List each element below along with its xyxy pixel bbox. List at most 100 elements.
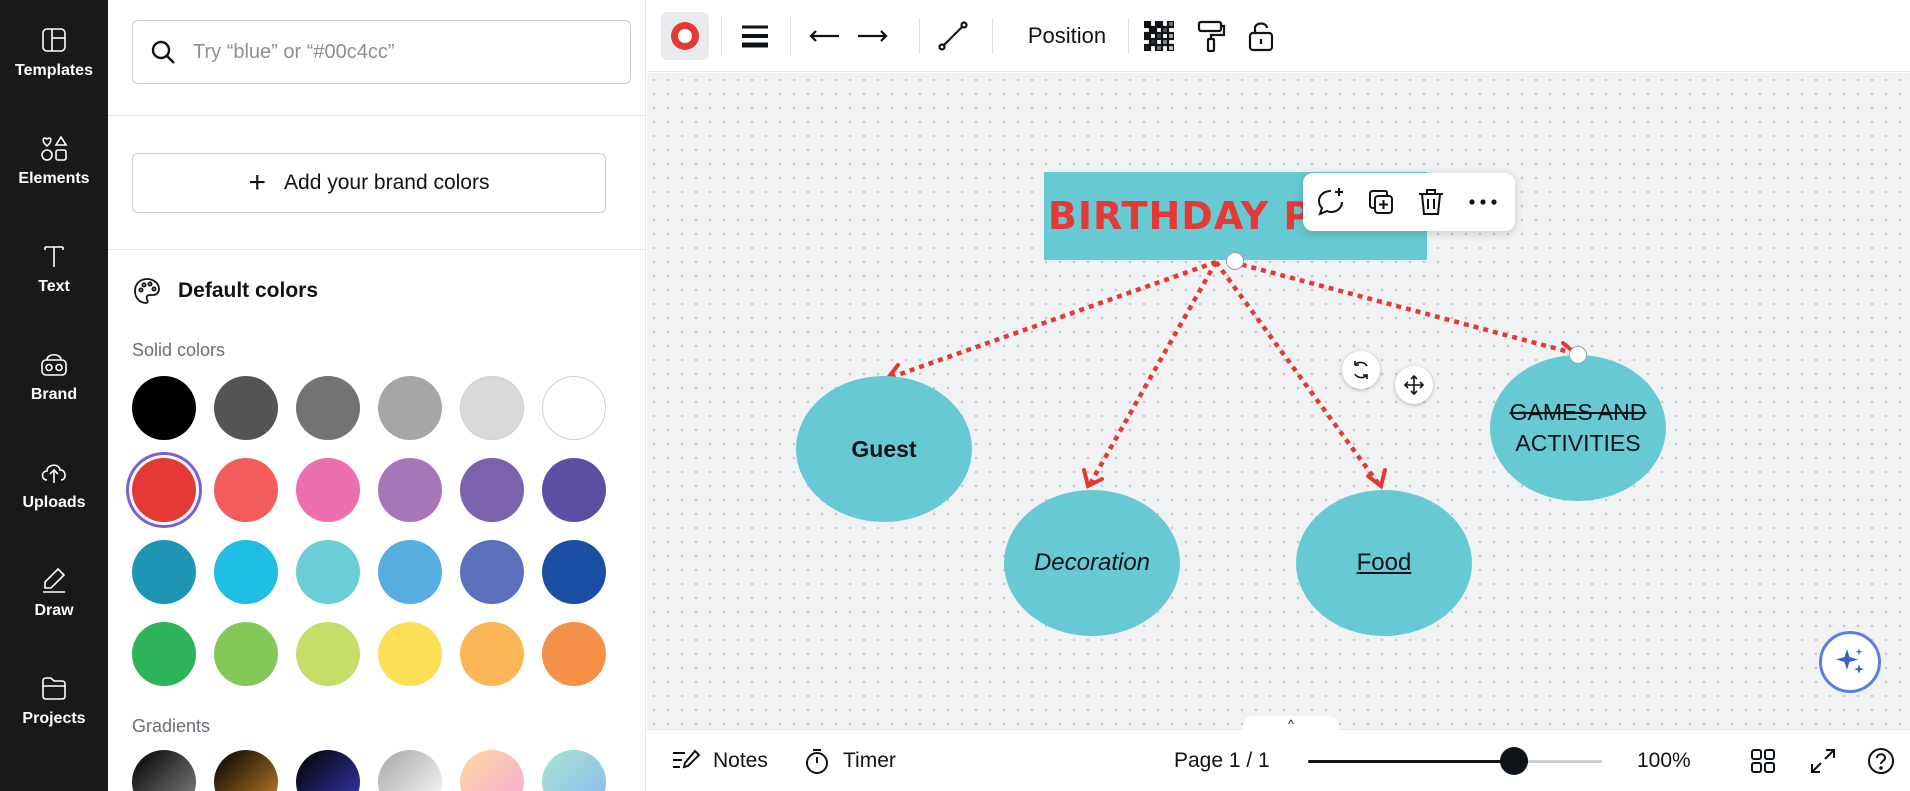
node-guest[interactable]: Guest: [796, 376, 972, 522]
divider: [108, 249, 645, 250]
node-decoration[interactable]: Decoration: [1004, 490, 1180, 636]
line-style-button[interactable]: [733, 12, 777, 60]
copy-style-button[interactable]: [1191, 12, 1231, 60]
color-search-input[interactable]: [193, 40, 593, 64]
color-swatch[interactable]: [132, 540, 196, 604]
gradient-swatch[interactable]: [132, 750, 196, 791]
delete-button[interactable]: [1413, 184, 1449, 220]
color-swatch[interactable]: [132, 458, 196, 522]
color-swatch[interactable]: [542, 540, 606, 604]
page-label: Page 1 / 1: [1174, 749, 1270, 772]
color-swatch[interactable]: [542, 376, 606, 440]
add-brand-colors-button[interactable]: + Add your brand colors: [132, 153, 606, 213]
move-icon: [1403, 374, 1425, 396]
search-icon: [151, 40, 175, 64]
color-swatch[interactable]: [542, 622, 606, 686]
color-swatch[interactable]: [296, 540, 360, 604]
rail-item-draw[interactable]: Draw: [0, 540, 108, 640]
color-swatch[interactable]: [542, 458, 606, 522]
position-label: Position: [1027, 23, 1107, 48]
color-swatch[interactable]: [296, 458, 360, 522]
text-icon: [44, 246, 64, 267]
rail-label: Draw: [34, 602, 74, 619]
color-swatch[interactable]: [132, 622, 196, 686]
connector-end-handle[interactable]: [1569, 346, 1587, 364]
lock-button[interactable]: [1241, 12, 1281, 60]
rail-item-elements[interactable]: Elements: [0, 108, 108, 208]
grid-view-button[interactable]: [1749, 730, 1789, 791]
more-options-button[interactable]: [1465, 184, 1501, 220]
color-swatch[interactable]: [214, 376, 278, 440]
connector-to-decoration[interactable]: [1087, 260, 1218, 488]
palette-icon: [134, 278, 160, 304]
line-weight-icon: [742, 25, 768, 48]
color-swatch[interactable]: [460, 540, 524, 604]
color-swatch[interactable]: [214, 622, 278, 686]
page-indicator[interactable]: Page 1 / 1: [1174, 730, 1270, 791]
color-swatch[interactable]: [214, 458, 278, 522]
color-swatch[interactable]: [460, 622, 524, 686]
rail-item-brand[interactable]: Brand: [0, 324, 108, 424]
color-swatch[interactable]: [460, 458, 524, 522]
design-canvas[interactable]: BIRTHDAY PARTY Guest Decoration Food GAM…: [647, 73, 1910, 729]
color-swatch[interactable]: [214, 540, 278, 604]
position-button[interactable]: Position: [1007, 12, 1127, 60]
uploads-icon: [41, 464, 66, 483]
add-comment-button[interactable]: [1313, 184, 1349, 220]
color-swatch[interactable]: [378, 458, 442, 522]
fullscreen-button[interactable]: [1809, 730, 1849, 791]
rail-item-projects[interactable]: Projects: [0, 648, 108, 748]
zoom-level-button[interactable]: 100%: [1637, 730, 1691, 791]
line-color-button[interactable]: [661, 12, 709, 60]
gradient-swatch[interactable]: [378, 750, 442, 791]
connector-start-handle[interactable]: [1226, 252, 1244, 270]
rail-item-uploads[interactable]: Uploads: [0, 432, 108, 532]
draw-icon: [43, 567, 66, 593]
gradient-swatch[interactable]: [214, 750, 278, 791]
node-games[interactable]: GAMES AND ACTIVITIES: [1490, 355, 1666, 501]
color-ring-icon: [671, 22, 699, 50]
help-button[interactable]: [1866, 730, 1908, 791]
divider: [108, 115, 645, 116]
color-swatch[interactable]: [378, 540, 442, 604]
help-icon: [1868, 748, 1894, 774]
color-panel: + Add your brand colors Default colors S…: [108, 0, 646, 791]
gradient-swatch[interactable]: [296, 750, 360, 791]
chevron-up-icon: ^: [1288, 717, 1294, 731]
move-handle[interactable]: [1395, 366, 1433, 404]
node-food[interactable]: Food: [1296, 490, 1472, 636]
arrow-left-icon: [809, 30, 839, 42]
fullscreen-icon: [1811, 749, 1835, 773]
color-swatch[interactable]: [296, 376, 360, 440]
rail-item-templates[interactable]: Templates: [0, 0, 108, 100]
separator: [919, 18, 920, 54]
top-toolbar: Position: [647, 0, 1910, 72]
more-icon: [1469, 199, 1497, 205]
line-end-button[interactable]: [851, 12, 895, 60]
zoom-slider-thumb[interactable]: [1499, 747, 1528, 775]
projects-icon: [42, 677, 66, 700]
magic-assistant-button[interactable]: [1819, 631, 1881, 693]
timer-button[interactable]: Timer: [803, 730, 896, 791]
color-swatch[interactable]: [378, 376, 442, 440]
duplicate-button[interactable]: [1363, 184, 1399, 220]
color-swatch[interactable]: [132, 376, 196, 440]
rail-item-text[interactable]: Text: [0, 216, 108, 316]
node-food-label: Food: [1356, 549, 1412, 576]
color-swatch[interactable]: [296, 622, 360, 686]
line-start-button[interactable]: [802, 12, 846, 60]
notes-label: Notes: [713, 749, 768, 772]
transparency-button[interactable]: [1139, 12, 1179, 60]
notes-button[interactable]: Notes: [671, 730, 768, 791]
rail-label: Brand: [30, 386, 78, 403]
line-type-button[interactable]: [931, 12, 975, 60]
color-swatch[interactable]: [378, 622, 442, 686]
connector-to-guest[interactable]: [888, 259, 1217, 381]
color-swatch[interactable]: [460, 376, 524, 440]
color-search[interactable]: [132, 20, 631, 84]
rail-label: Uploads: [22, 494, 86, 511]
connector-to-games[interactable]: [1231, 259, 1574, 356]
gradient-swatch[interactable]: [542, 750, 606, 791]
rotate-handle[interactable]: [1342, 351, 1380, 389]
gradient-swatch[interactable]: [460, 750, 524, 791]
